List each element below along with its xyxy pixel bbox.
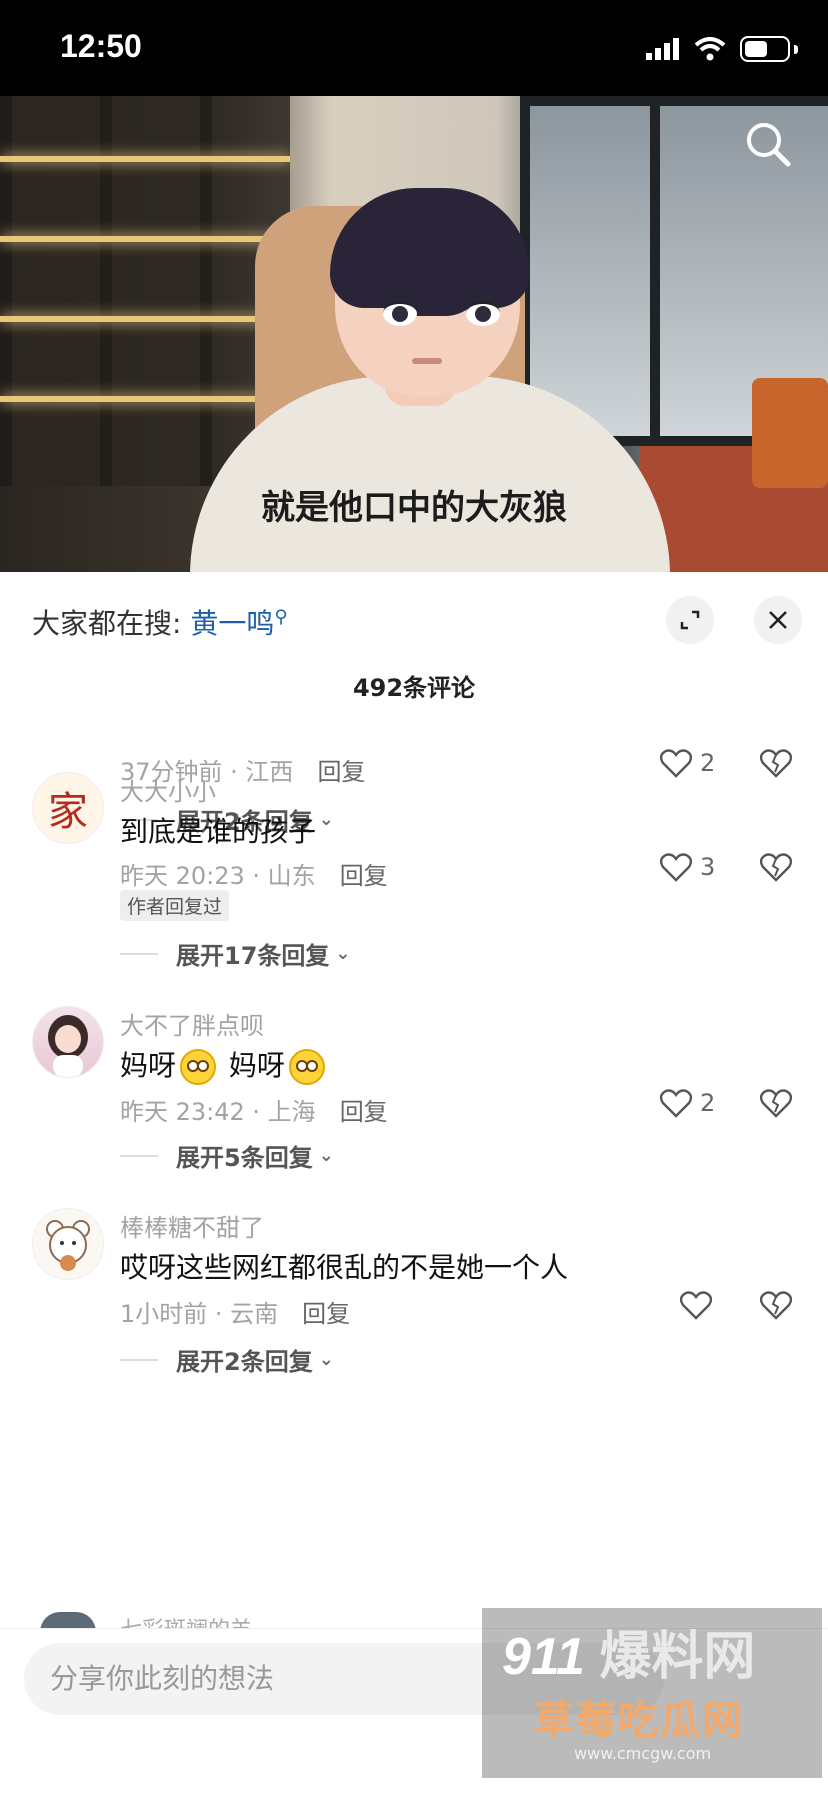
shelf-light [0,156,290,162]
expand-replies-label: 展开5条回复 [176,1144,313,1172]
avatar-mouth [412,358,442,364]
avatar[interactable]: 家 [32,772,104,844]
like-count: 2 [700,1089,716,1117]
reply-button[interactable]: 回复 [340,862,388,890]
flushed-emoji-icon [180,1049,217,1085]
divider [120,1358,158,1361]
comment-time-location: 昨天 23:42 · 上海 [120,1098,316,1126]
comment-text-part: 妈呀 [120,1049,177,1082]
avatar[interactable] [32,1208,104,1280]
divider [120,952,158,955]
heart-icon [660,749,692,778]
signal-icon [646,38,679,60]
comment-meta: 1小时前 · 云南 回复 [120,1294,350,1329]
expand-sheet-button[interactable] [666,596,714,644]
watermark-url: www.cmcgw.com [574,1744,712,1763]
broken-heart-icon [759,749,793,778]
battery-icon [740,36,790,62]
close-sheet-button[interactable] [754,596,802,644]
comment-username[interactable]: 大大小小 [120,772,216,807]
like-button[interactable]: 2 [660,748,715,778]
expand-icon [680,610,700,630]
comment-text: 哎呀这些网红都很乱的不是她一个人 [120,1251,569,1284]
expand-replies-label: 展开2条回复 [176,1348,313,1376]
comment-count: 492条评论 [352,674,476,702]
heart-icon [660,1089,692,1118]
hot-search[interactable]: 大家都在搜: 黄一鸣⚲ [32,602,288,642]
status-time: 12:50 [60,28,142,64]
avatar-char: 家 [48,789,88,835]
search-small-icon: ⚲ [274,606,288,628]
shelf-light [0,396,290,402]
comment-time-location: 昨天 20:23 · 山东 [120,862,316,890]
watermark-logo-text: 爆料网 [599,1628,756,1686]
comment-text: 妈呀 妈呀 [120,1044,329,1085]
avatar-bear-icon [46,1220,90,1271]
avatar-eye [383,301,417,326]
comment-meta: 昨天 20:23 · 山东 回复 [120,856,388,891]
like-button[interactable]: 3 [660,852,715,882]
broken-heart-icon [759,1089,793,1118]
video-subtitle: 就是他口中的大灰狼 [261,488,567,528]
hot-search-label: 大家都在搜: [32,607,182,640]
shelf-light [0,236,290,242]
comment-username[interactable]: 棒棒糖不甜了 [120,1208,264,1243]
dislike-button[interactable] [759,852,793,886]
like-button[interactable] [680,1290,720,1320]
battery-tip [794,44,798,54]
comment-time-location: 1小时前 · 云南 [120,1300,279,1328]
avatar-girl-icon [48,1015,88,1077]
like-count: 2 [700,749,716,777]
divider [120,1154,158,1157]
watermark-logo-number: 911 [502,1628,585,1686]
avatar[interactable] [32,1006,104,1078]
expand-replies-label: 展开17条回复 [176,942,330,970]
status-icons [646,36,798,62]
search-icon [747,123,791,167]
reply-button[interactable]: 回复 [302,1300,350,1328]
comment-text: 到底是谁的孩子 [120,815,317,848]
chevron-down-icon: ⌄ [318,1349,334,1370]
chevron-down-icon: ⌄ [318,809,334,830]
expand-replies-button[interactable]: 展开5条回复 ⌄ [120,1138,334,1173]
close-icon [769,611,787,629]
comment-meta: 昨天 23:42 · 上海 回复 [120,1092,388,1127]
hot-search-keyword[interactable]: 黄一鸣 [190,607,274,640]
dislike-button[interactable] [759,1088,793,1122]
heart-icon [660,853,692,882]
flushed-emoji-icon [288,1049,325,1085]
reply-button[interactable]: 回复 [317,758,365,786]
like-button[interactable]: 2 [660,1088,715,1118]
reply-button[interactable]: 回复 [340,1098,388,1126]
background-shelf [0,96,290,486]
avatar-eye [466,301,500,326]
watermark-logo: 911 爆料网 [502,1614,755,1689]
video-player[interactable]: 就是他口中的大灰狼 [0,96,828,572]
like-count: 3 [700,853,716,881]
status-bar: 12:50 [0,0,828,96]
heart-icon [680,1291,712,1320]
dislike-button[interactable] [759,748,793,782]
search-button[interactable] [738,114,798,174]
watermark-subtitle: 草莓吃瓜网 [534,1698,744,1744]
background-box [752,378,828,488]
comment-username[interactable]: 大不了胖点呗 [120,1006,264,1041]
expand-replies-button[interactable]: 展开2条回复 ⌄ [120,1342,334,1377]
dislike-button[interactable] [759,1290,793,1324]
wifi-icon [694,37,726,61]
chevron-down-icon: ⌄ [335,943,351,964]
shelf-light [0,316,290,322]
broken-heart-icon [759,853,793,882]
expand-replies-button[interactable]: 展开17条回复 ⌄ [120,936,351,971]
broken-heart-icon [759,1291,793,1320]
comment-text-part: 妈呀 [228,1049,285,1082]
chevron-down-icon: ⌄ [318,1145,334,1166]
watermark: 911 爆料网 草莓吃瓜网 www.cmcgw.com [482,1608,822,1778]
author-replied-badge: 作者回复过 [120,890,230,921]
